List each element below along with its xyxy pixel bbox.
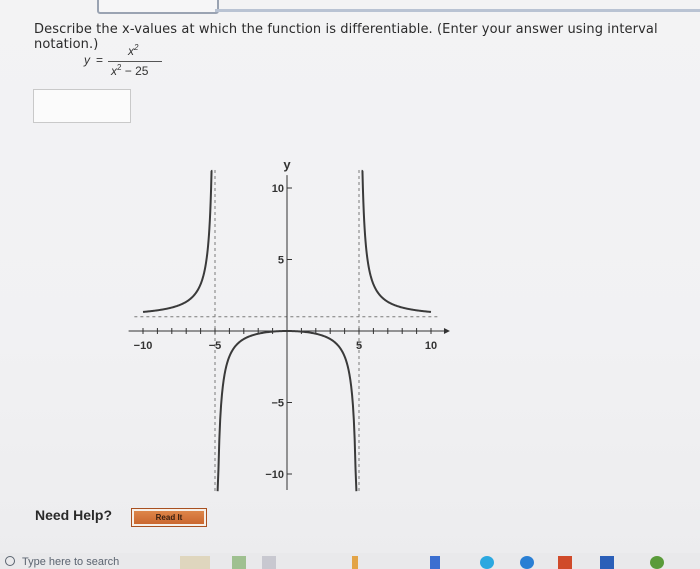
app-icon[interactable] <box>430 556 440 569</box>
x-tick-label: −5 <box>209 340 222 352</box>
x-tick-label: 5 <box>356 340 362 352</box>
curve-left-branch <box>142 169 213 313</box>
answer-input[interactable] <box>33 89 131 123</box>
previous-answer-box <box>97 0 219 14</box>
app-icon[interactable] <box>232 556 246 569</box>
y-tick-label: 5 <box>278 255 284 267</box>
function-equals: = <box>96 53 104 67</box>
app-icon[interactable] <box>650 556 664 569</box>
x-tick-label: −10 <box>134 340 153 352</box>
taskbar-search-input[interactable]: Type here to search <box>22 556 119 568</box>
curve-right-branch <box>361 169 432 313</box>
y-tick-label: −10 <box>265 469 284 481</box>
x-tick-label: 10 <box>425 340 437 352</box>
y-tick-label: 10 <box>272 183 284 195</box>
function-denominator: x2 − 25 <box>111 63 149 78</box>
file-explorer-icon[interactable] <box>262 556 276 569</box>
app-icon[interactable] <box>520 556 534 569</box>
search-icon[interactable] <box>5 556 15 566</box>
fraction-bar <box>108 61 162 62</box>
y-axis-label: y <box>283 157 291 172</box>
function-formula: y = x2 x2 − 25 <box>84 43 184 84</box>
word-icon[interactable] <box>600 556 614 569</box>
need-help-label: Need Help? <box>35 507 113 523</box>
function-lhs: y <box>84 53 90 67</box>
app-icon[interactable] <box>180 556 210 569</box>
read-it-button[interactable]: Read It <box>131 508 207 527</box>
app-icon[interactable] <box>352 556 358 569</box>
top-divider <box>215 9 700 12</box>
function-graph: −10−5510105−5−10xy <box>128 157 450 492</box>
y-tick-label: −5 <box>271 398 284 410</box>
app-icon[interactable] <box>558 556 572 569</box>
function-numerator: x2 <box>128 43 139 58</box>
graph-labels: −10−5510105−5−10xy <box>134 157 450 481</box>
edge-icon[interactable] <box>480 556 494 569</box>
